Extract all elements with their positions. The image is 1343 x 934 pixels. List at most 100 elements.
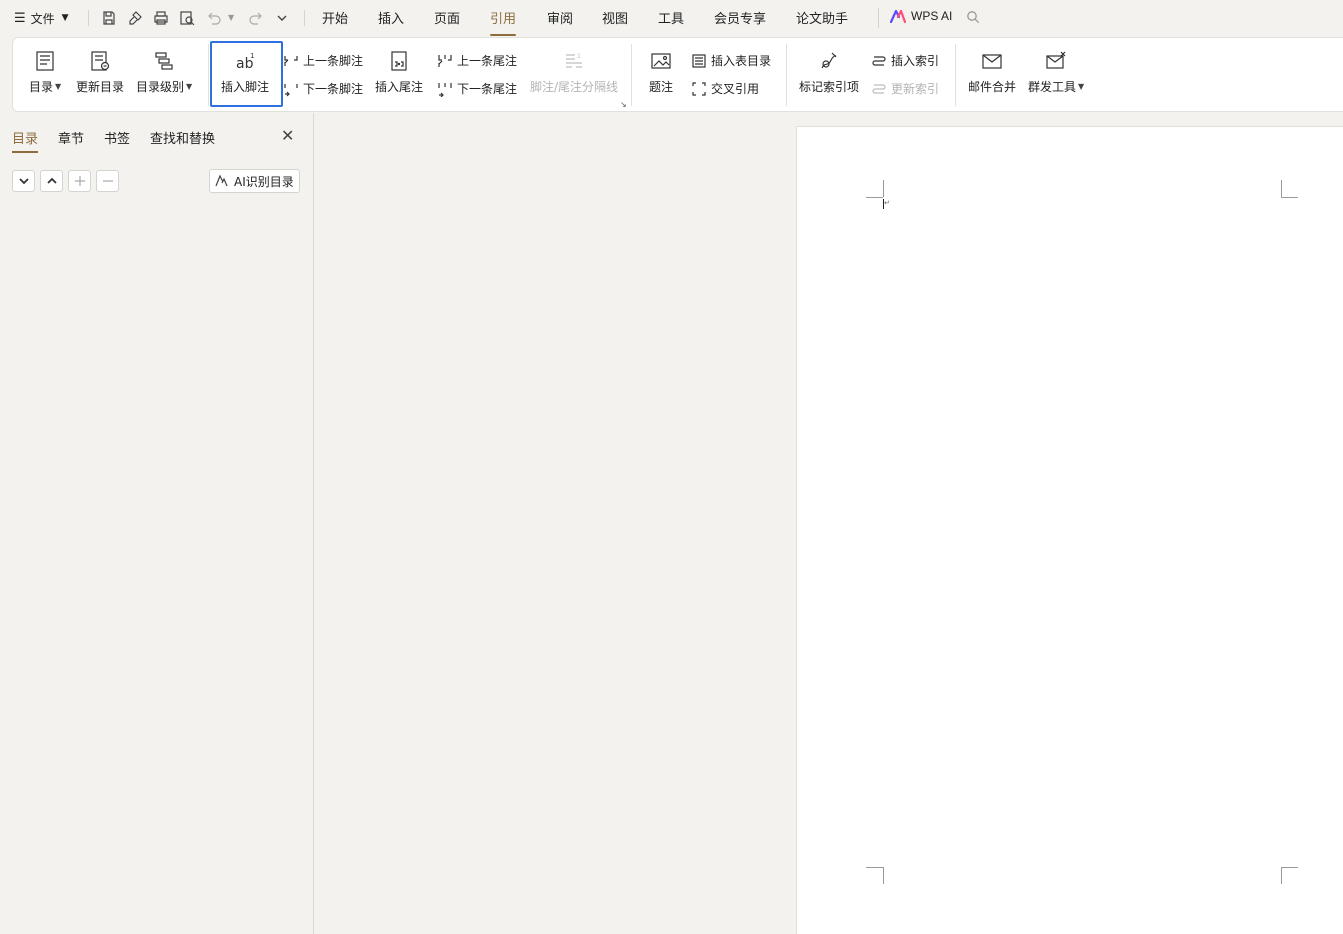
insert-footnote-label: 插入脚注 bbox=[221, 80, 270, 94]
table-of-figures-icon bbox=[692, 53, 706, 68]
file-menu-label: 文件 bbox=[30, 11, 55, 26]
update-toc-button[interactable]: 更新目录 bbox=[76, 49, 124, 95]
wps-ai-logo-icon bbox=[890, 9, 906, 23]
update-index-button[interactable]: 更新索引 bbox=[871, 80, 939, 97]
next-endnote-icon bbox=[438, 82, 452, 97]
update-toc-icon bbox=[88, 49, 112, 73]
toc-button[interactable]: 目录 ▼ bbox=[29, 49, 61, 95]
divider bbox=[208, 44, 209, 106]
print-icon[interactable] bbox=[151, 8, 171, 28]
undo-icon[interactable] bbox=[204, 8, 224, 28]
menubar: ☰ 文件 ▼ ▼ 开始 插入 页面 引用 审阅 视图 工具 会员专享 论文助手 … bbox=[0, 0, 1343, 37]
nav-tab-chapters[interactable]: 章节 bbox=[58, 128, 84, 147]
insert-index-button[interactable]: 插入索引 bbox=[871, 52, 939, 69]
note-separator-button[interactable]: 1 脚注/尾注分隔线 bbox=[530, 49, 618, 95]
dialog-launcher-icon[interactable]: ↘ bbox=[620, 100, 627, 109]
chevron-down-icon[interactable]: ▼ bbox=[228, 13, 234, 22]
divider bbox=[786, 44, 787, 106]
insert-footnote-button[interactable]: ab 1 插入脚注 bbox=[221, 49, 269, 95]
endnote-icon bbox=[387, 49, 411, 73]
nav-tab-find-replace[interactable]: 查找和替换 bbox=[150, 128, 215, 147]
mail-merge-label: 邮件合并 bbox=[968, 80, 1017, 94]
next-footnote-button[interactable]: 下一条脚注 bbox=[283, 80, 363, 97]
mass-send-label: 群发工具 bbox=[1028, 80, 1077, 94]
plus-icon bbox=[74, 176, 85, 186]
search-icon[interactable] bbox=[966, 10, 980, 24]
toc-level-icon bbox=[152, 49, 176, 73]
tab-review[interactable]: 审阅 bbox=[547, 8, 573, 30]
crop-mark bbox=[866, 867, 883, 868]
ai-recognize-toc-button[interactable]: AI识别目录 bbox=[209, 169, 300, 193]
insert-table-of-figures-button[interactable]: 插入表目录 bbox=[691, 52, 771, 69]
prev-endnote-icon bbox=[438, 54, 452, 67]
chevron-down-icon: ▼ bbox=[61, 13, 69, 23]
insert-endnote-label: 插入尾注 bbox=[375, 80, 424, 94]
divider bbox=[631, 44, 632, 106]
collapse-all-button[interactable] bbox=[40, 170, 63, 192]
prev-endnote-label: 上一条尾注 bbox=[457, 54, 518, 68]
tab-home[interactable]: 开始 bbox=[322, 8, 348, 30]
caption-button[interactable]: 题注 bbox=[649, 49, 673, 95]
tab-page[interactable]: 页面 bbox=[434, 8, 460, 30]
prev-footnote-icon bbox=[284, 55, 298, 66]
nav-tab-toc[interactable]: 目录 bbox=[12, 128, 39, 153]
expand-all-button[interactable] bbox=[12, 170, 35, 192]
chevron-down-icon: ▼ bbox=[186, 82, 193, 91]
tab-tools[interactable]: 工具 bbox=[658, 8, 684, 30]
menu-icon: ☰ bbox=[14, 10, 26, 26]
prev-footnote-button[interactable]: 上一条脚注 bbox=[283, 52, 363, 69]
prev-endnote-button[interactable]: 上一条尾注 bbox=[437, 52, 517, 69]
envelope-icon bbox=[980, 49, 1004, 73]
cross-reference-button[interactable]: 交叉引用 bbox=[691, 80, 759, 97]
insert-table-of-figures-label: 插入表目录 bbox=[711, 54, 772, 68]
cross-reference-label: 交叉引用 bbox=[711, 82, 760, 96]
chevron-up-icon bbox=[46, 177, 57, 184]
redo-icon[interactable] bbox=[246, 8, 266, 28]
close-icon[interactable]: ✕ bbox=[281, 128, 294, 144]
crop-mark bbox=[1281, 867, 1298, 868]
mark-index-entry-button[interactable]: 标记索引项 bbox=[799, 49, 859, 95]
add-heading-button[interactable] bbox=[68, 170, 91, 192]
ai-recognize-toc-label: AI识别目录 bbox=[234, 174, 294, 189]
document-page[interactable]: ↵ bbox=[796, 126, 1343, 934]
prev-footnote-label: 上一条脚注 bbox=[303, 54, 364, 68]
update-index-icon bbox=[872, 83, 886, 94]
file-menu[interactable]: ☰ 文件 ▼ bbox=[14, 8, 69, 28]
mass-send-icon bbox=[1044, 49, 1068, 73]
image-icon bbox=[649, 49, 673, 73]
svg-text:1: 1 bbox=[577, 53, 581, 60]
tab-view[interactable]: 视图 bbox=[602, 8, 628, 30]
toc-icon bbox=[33, 49, 57, 73]
mark-index-entry-label: 标记索引项 bbox=[799, 80, 860, 94]
nav-tab-bookmarks[interactable]: 书签 bbox=[104, 128, 130, 147]
caption-label: 题注 bbox=[649, 80, 674, 94]
remove-heading-button[interactable] bbox=[96, 170, 119, 192]
tab-thesis-assistant[interactable]: 论文助手 bbox=[796, 8, 848, 30]
customize-toolbar-icon[interactable] bbox=[272, 8, 292, 28]
tab-member[interactable]: 会员专享 bbox=[714, 8, 766, 30]
divider bbox=[88, 10, 89, 26]
toc-level-button[interactable]: 目录级别 ▼ bbox=[136, 49, 192, 95]
wps-ai-button[interactable]: WPS AI bbox=[890, 9, 952, 23]
update-index-label: 更新索引 bbox=[891, 82, 940, 96]
toc-level-label: 目录级别 bbox=[136, 80, 185, 94]
svg-text:1: 1 bbox=[250, 52, 254, 60]
minus-icon bbox=[102, 180, 113, 182]
save-icon[interactable] bbox=[99, 8, 119, 28]
crop-mark bbox=[1281, 197, 1298, 198]
chevron-down-icon: ▼ bbox=[1078, 82, 1085, 91]
chevron-down-icon bbox=[18, 178, 29, 185]
next-endnote-button[interactable]: 下一条尾注 bbox=[437, 80, 517, 97]
crop-mark bbox=[883, 180, 884, 197]
mass-send-tool-button[interactable]: 群发工具 ▼ bbox=[1028, 49, 1084, 95]
next-endnote-label: 下一条尾注 bbox=[457, 82, 518, 96]
tab-references[interactable]: 引用 bbox=[490, 8, 517, 36]
mail-merge-button[interactable]: 邮件合并 bbox=[968, 49, 1016, 95]
print-preview-icon[interactable] bbox=[177, 8, 197, 28]
update-toc-label: 更新目录 bbox=[76, 80, 125, 94]
insert-endnote-button[interactable]: 插入尾注 bbox=[375, 49, 423, 95]
format-painter-icon[interactable] bbox=[125, 8, 145, 28]
toc-label: 目录 bbox=[29, 80, 54, 94]
tab-insert[interactable]: 插入 bbox=[378, 8, 404, 30]
crop-mark bbox=[866, 197, 883, 198]
